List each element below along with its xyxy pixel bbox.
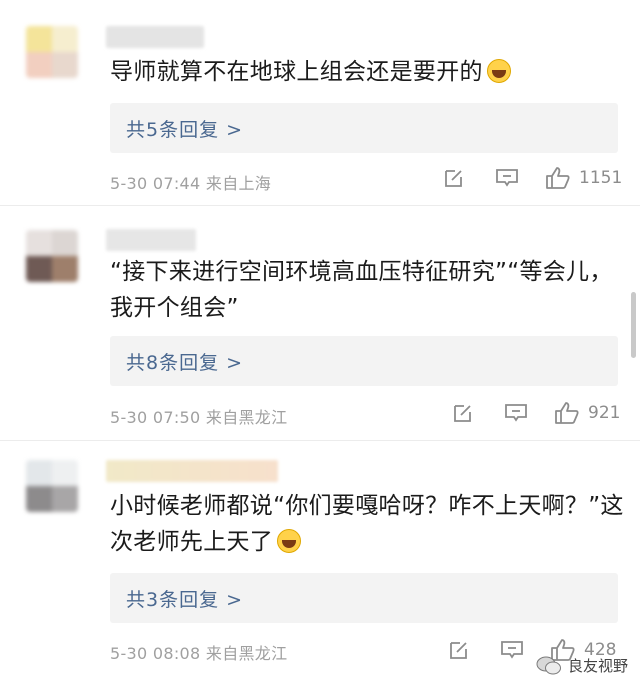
view-replies-label: 共8条回复 >	[126, 351, 244, 374]
comment-text: 小时候老师都说“你们要嘎哈呀？咋不上天啊？”这次老师先上天了	[110, 488, 625, 560]
view-replies-button[interactable]: 共3条回复 >	[110, 573, 618, 623]
laughing-emoji-icon	[486, 59, 511, 83]
username[interactable]	[106, 26, 204, 48]
comment-text: 导师就算不在地球上组会还是要开的	[110, 54, 625, 90]
comment-actions: 1151	[443, 166, 622, 190]
comment-text: “接下来进行空间环境高血压特征研究”“等会儿，我开个组会”	[110, 259, 613, 321]
comment-meta: 5-30 07:44 来自上海	[110, 174, 272, 193]
comment-icon[interactable]	[495, 167, 519, 189]
avatar[interactable]	[26, 460, 78, 512]
view-replies-label: 共5条回复 >	[126, 118, 244, 141]
comment-icon[interactable]	[500, 639, 524, 661]
comment-item: 小时候老师都说“你们要嘎哈呀？咋不上天啊？”这次老师先上天了 共3条回复 > 5…	[0, 440, 640, 686]
comment-item: “接下来进行空间环境高血压特征研究”“等会儿，我开个组会” 共8条回复 > 5-…	[0, 205, 640, 440]
edit-icon[interactable]	[448, 639, 470, 661]
like-count: 921	[588, 403, 621, 423]
edit-icon[interactable]	[452, 402, 474, 424]
comment-text-content: 小时候老师都说“你们要嘎哈呀？咋不上天啊？”这次老师先上天了	[110, 493, 624, 555]
comment-meta: 5-30 08:08 来自黑龙江	[110, 644, 288, 663]
scrollbar[interactable]	[631, 292, 636, 358]
comment-actions: 921	[452, 401, 620, 425]
avatar[interactable]	[26, 230, 78, 282]
thumbs-up-icon[interactable]	[545, 166, 571, 190]
avatar[interactable]	[26, 26, 78, 78]
comment-meta: 5-30 07:50 来自黑龙江	[110, 408, 288, 427]
username[interactable]	[106, 229, 196, 251]
comment-text-content: 导师就算不在地球上组会还是要开的	[110, 59, 483, 85]
crying-laughing-emoji-icon	[277, 529, 302, 553]
comment-icon[interactable]	[504, 402, 528, 424]
like-count: 1151	[579, 168, 623, 188]
edit-icon[interactable]	[443, 167, 465, 189]
view-replies-button[interactable]: 共8条回复 >	[110, 336, 618, 386]
wechat-logo-icon	[536, 656, 561, 674]
view-replies-label: 共3条回复 >	[126, 588, 244, 611]
watermark: 良友视野	[536, 655, 628, 676]
username[interactable]	[106, 460, 278, 482]
comment-item: 导师就算不在地球上组会还是要开的 共5条回复 > 5-30 07:44 来自上海…	[0, 0, 640, 205]
view-replies-button[interactable]: 共5条回复 >	[110, 103, 618, 153]
watermark-text: 良友视野	[567, 657, 628, 675]
thumbs-up-icon[interactable]	[554, 401, 580, 425]
